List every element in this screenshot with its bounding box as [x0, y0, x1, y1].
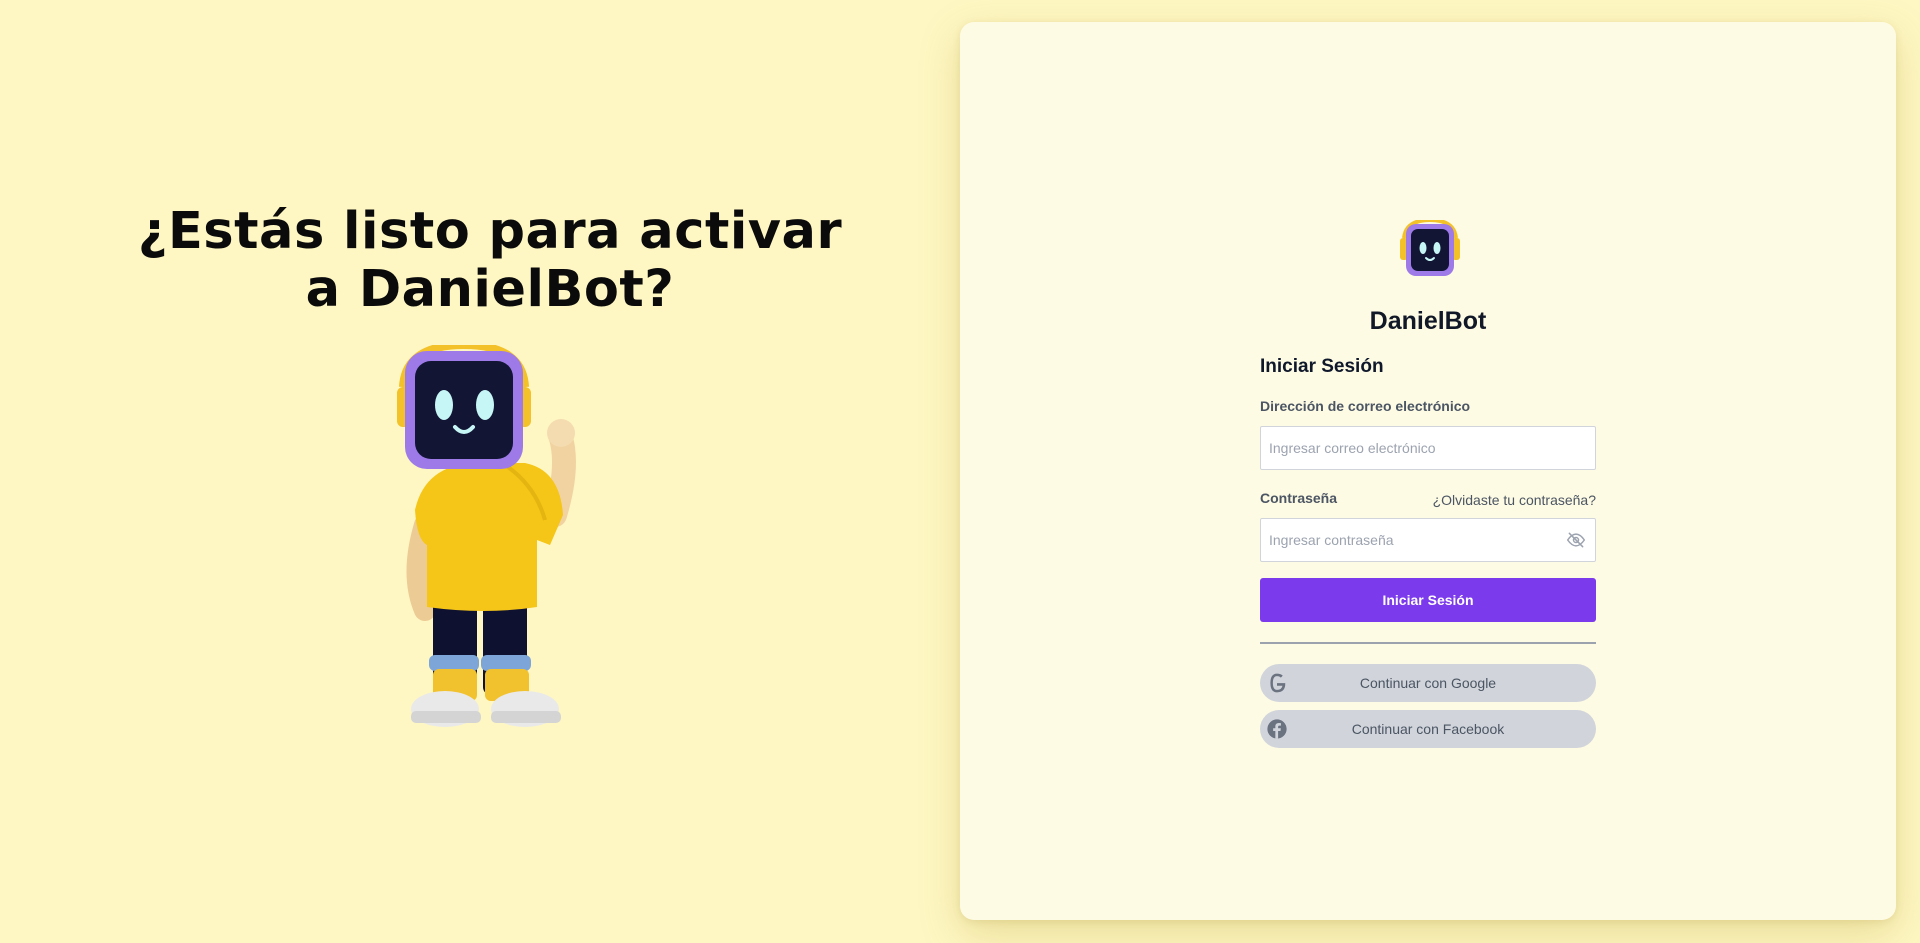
- login-panel: DanielBot Iniciar Sesión Dirección de co…: [960, 22, 1896, 920]
- google-login-button[interactable]: Continuar con Google: [1260, 664, 1596, 702]
- divider: [1260, 642, 1596, 644]
- facebook-icon: [1267, 719, 1287, 739]
- eye-off-icon[interactable]: [1566, 530, 1586, 550]
- facebook-login-label: Continuar con Facebook: [1351, 721, 1505, 737]
- robot-mascot-illustration: [397, 345, 576, 727]
- email-input-wrapper: [1260, 426, 1596, 470]
- hero-title: ¿Estás listo para activar a DanielBot?: [90, 203, 890, 319]
- google-login-label: Continuar con Google: [1359, 675, 1497, 691]
- hero-title-line-2: a DanielBot?: [305, 260, 675, 319]
- facebook-login-button[interactable]: Continuar con Facebook: [1260, 710, 1596, 748]
- form-title: Iniciar Sesión: [1260, 356, 1384, 377]
- email-input[interactable]: [1260, 426, 1596, 470]
- password-label: Contraseña: [1260, 490, 1338, 506]
- login-submit-button[interactable]: Iniciar Sesión: [1260, 578, 1596, 622]
- robot-head-icon: [1400, 220, 1460, 276]
- login-form: Iniciar Sesión Dirección de correo elect…: [1260, 356, 1596, 748]
- password-input[interactable]: [1260, 518, 1596, 562]
- email-label: Dirección de correo electrónico: [1260, 398, 1471, 414]
- forgot-password-link[interactable]: ¿Olvidaste tu contraseña?: [1433, 492, 1596, 508]
- password-input-wrapper: [1260, 518, 1596, 562]
- brand-name: DanielBot: [1369, 307, 1487, 335]
- password-label-row: Contraseña ¿Olvidaste tu contraseña?: [1260, 490, 1596, 510]
- hero-section: ¿Estás listo para activar a DanielBot?: [0, 0, 960, 943]
- hero-title-line-1: ¿Estás listo para activar: [137, 202, 843, 261]
- google-icon: [1270, 673, 1286, 693]
